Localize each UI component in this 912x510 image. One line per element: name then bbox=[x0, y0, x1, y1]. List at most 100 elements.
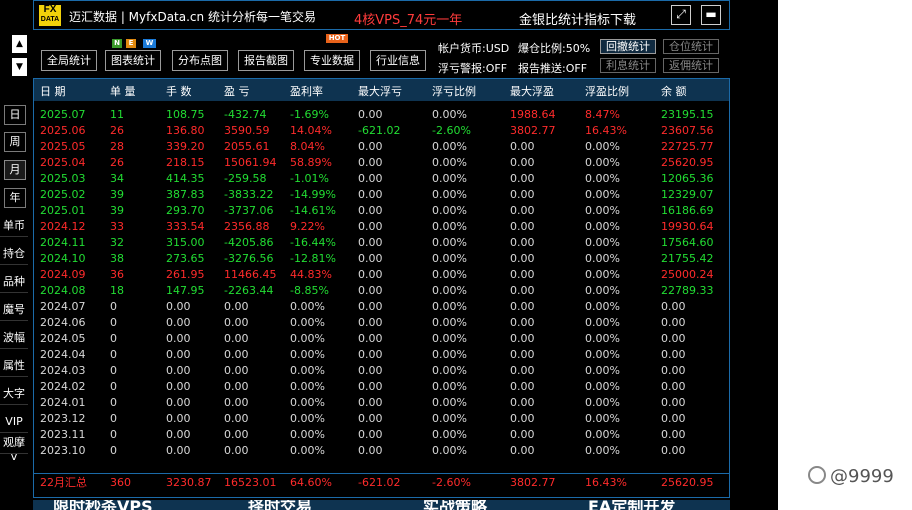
table-row: 2025.05 28 339.20 2055.61 8.04% 0.00 0.00% 0.00… bbox=[34, 139, 729, 155]
resize-button[interactable]: ⤢ bbox=[671, 5, 691, 25]
watermark-logo-icon bbox=[808, 466, 826, 484]
side-item-symbols[interactable]: 品种 bbox=[0, 271, 28, 293]
banner-ea-custom[interactable]: EA定制开发 bbox=[588, 500, 675, 510]
fxdata-logo: FX DATA bbox=[39, 5, 61, 26]
cell-float-loss-ratio: 0.00% bbox=[432, 412, 467, 425]
cell-balance: 0.00 bbox=[661, 348, 686, 361]
period-month-button[interactable]: 月 bbox=[4, 160, 26, 180]
cell-max-float-loss: 0.00 bbox=[358, 108, 383, 121]
cell-profit-rate: -14.99% bbox=[290, 188, 336, 201]
header-profit-rate[interactable]: 盈利率 bbox=[290, 83, 323, 99]
header-max-float-loss[interactable]: 最大浮亏 bbox=[358, 83, 402, 99]
cell-trade-count: 0 bbox=[110, 412, 117, 425]
cell-lots: 414.35 bbox=[166, 172, 205, 185]
cell-date: 2025.04 bbox=[40, 156, 86, 169]
side-more-button[interactable]: v bbox=[0, 450, 28, 464]
header-max-float-profit[interactable]: 最大浮盈 bbox=[510, 83, 554, 99]
side-item-positions[interactable]: 持仓 bbox=[0, 243, 28, 265]
cell-float-loss-ratio: -2.60% bbox=[432, 124, 471, 137]
cell-float-loss-ratio: 0.00% bbox=[432, 444, 467, 457]
header-lots[interactable]: 手 数 bbox=[166, 83, 192, 99]
cell-balance: 22789.33 bbox=[661, 284, 714, 297]
cell-trade-count: 11 bbox=[110, 108, 124, 121]
cell-balance: 0.00 bbox=[661, 300, 686, 313]
chart-stats-button[interactable]: 图表统计 bbox=[105, 50, 161, 71]
cell-balance: 0.00 bbox=[661, 412, 686, 425]
period-week-button[interactable]: 周 bbox=[4, 132, 26, 152]
cell-balance: 0.00 bbox=[661, 316, 686, 329]
vps-promo-link[interactable]: 4核VPS_74元一年 bbox=[354, 9, 462, 28]
cell-date: 2025.05 bbox=[40, 140, 86, 153]
side-item-magic[interactable]: 魔号 bbox=[0, 299, 28, 321]
table-row: 2024.02 0 0.00 0.00 0.00% 0.00 0.00% 0.00 0.00% 0… bbox=[34, 379, 729, 395]
report-screenshot-button[interactable]: 报告截图 bbox=[238, 50, 294, 71]
cell-trade-count: 36 bbox=[110, 268, 124, 281]
cell-pnl: 0.00 bbox=[224, 396, 249, 409]
cell-max-float-profit: 0.00 bbox=[510, 428, 535, 441]
banner-vps-flash-sale[interactable]: 限时秒杀VPS bbox=[53, 500, 153, 510]
cell-date: 2024.03 bbox=[40, 364, 86, 377]
menu-button[interactable]: ▬ bbox=[701, 5, 721, 25]
rebate-stats-button[interactable]: 返佣统计 bbox=[663, 58, 719, 73]
cell-balance: 0.00 bbox=[661, 380, 686, 393]
cell-lots: 0.00 bbox=[166, 300, 191, 313]
cell-max-float-profit: 0.00 bbox=[510, 140, 535, 153]
cell-balance: 12329.07 bbox=[661, 188, 714, 201]
global-stats-button[interactable]: 全局统计 bbox=[41, 50, 97, 71]
side-item-single-currency[interactable]: 单币 bbox=[0, 215, 28, 237]
cell-max-float-profit: 0.00 bbox=[510, 284, 535, 297]
cell-balance: 0.00 bbox=[661, 428, 686, 441]
header-float-loss-ratio[interactable]: 浮亏比例 bbox=[432, 83, 476, 99]
cell-max-float-loss: 0.00 bbox=[358, 140, 383, 153]
header-trade-count[interactable]: 单 量 bbox=[110, 83, 136, 99]
banner-live-strategy[interactable]: 实战策略 bbox=[423, 500, 487, 510]
industry-info-button[interactable]: 行业信息 bbox=[370, 50, 426, 71]
banner-timing-trade[interactable]: 择时交易 bbox=[248, 500, 312, 510]
summary-profit-rate: 64.60% bbox=[290, 476, 332, 489]
indicator-download-link[interactable]: 金银比统计指标下载 bbox=[519, 9, 636, 28]
scroll-down-button[interactable]: ▼ bbox=[12, 58, 27, 76]
cell-lots: 339.20 bbox=[166, 140, 205, 153]
cell-profit-rate: 58.89% bbox=[290, 156, 332, 169]
header-balance[interactable]: 余 额 bbox=[661, 83, 687, 99]
new-badge-w: W bbox=[143, 39, 156, 48]
cell-lots: 387.83 bbox=[166, 188, 205, 201]
cell-pnl: -3276.56 bbox=[224, 252, 274, 265]
period-year-button[interactable]: 年 bbox=[4, 188, 26, 208]
pro-data-button[interactable]: 专业数据 bbox=[304, 50, 360, 71]
table-row: 2024.11 32 315.00 -4205.86 -16.44% 0.00 0.00% 0… bbox=[34, 235, 729, 251]
cell-profit-rate: 0.00% bbox=[290, 364, 325, 377]
watermark: @9999 bbox=[808, 466, 894, 487]
side-item-volatility[interactable]: 波幅 bbox=[0, 327, 28, 349]
period-day-button[interactable]: 日 bbox=[4, 105, 26, 125]
header-float-profit-ratio[interactable]: 浮盈比例 bbox=[585, 83, 629, 99]
cell-max-float-loss: 0.00 bbox=[358, 396, 383, 409]
scroll-up-button[interactable]: ▲ bbox=[12, 35, 27, 53]
summary-row: 22月汇总 360 3230.87 16523.01 64.60% -621.02 -2.6… bbox=[34, 473, 729, 492]
cell-balance: 16186.69 bbox=[661, 204, 714, 217]
cell-trade-count: 26 bbox=[110, 156, 124, 169]
cell-date: 2025.06 bbox=[40, 124, 86, 137]
cell-max-float-loss: 0.00 bbox=[358, 412, 383, 425]
drawdown-stats-button[interactable]: 回撤统计 bbox=[600, 39, 656, 54]
header-pnl[interactable]: 盈 亏 bbox=[224, 83, 250, 99]
cell-pnl: -2263.44 bbox=[224, 284, 274, 297]
cell-date: 2023.10 bbox=[40, 444, 86, 457]
cell-lots: 136.80 bbox=[166, 124, 205, 137]
distribution-plot-button[interactable]: 分布点图 bbox=[172, 50, 228, 71]
interest-stats-button[interactable]: 利息统计 bbox=[600, 58, 656, 73]
down-arrow-icon: ▼ bbox=[16, 62, 23, 72]
cell-lots: 0.00 bbox=[166, 396, 191, 409]
side-item-attributes[interactable]: 属性 bbox=[0, 355, 28, 377]
cell-balance: 17564.60 bbox=[661, 236, 714, 249]
cell-date: 2025.01 bbox=[40, 204, 86, 217]
side-item-large-font[interactable]: 大字 bbox=[0, 383, 28, 405]
cell-max-float-profit: 3802.77 bbox=[510, 124, 556, 137]
position-stats-button[interactable]: 仓位统计 bbox=[663, 39, 719, 54]
side-item-vip[interactable]: VIP bbox=[0, 411, 28, 433]
cell-trade-count: 0 bbox=[110, 348, 117, 361]
cell-float-profit-ratio: 0.00% bbox=[585, 364, 620, 377]
cell-date: 2024.09 bbox=[40, 268, 86, 281]
header-date[interactable]: 日 期 bbox=[40, 83, 66, 99]
table-row: 2025.04 26 218.15 15061.94 58.89% 0.00 0.00% 0.… bbox=[34, 155, 729, 171]
